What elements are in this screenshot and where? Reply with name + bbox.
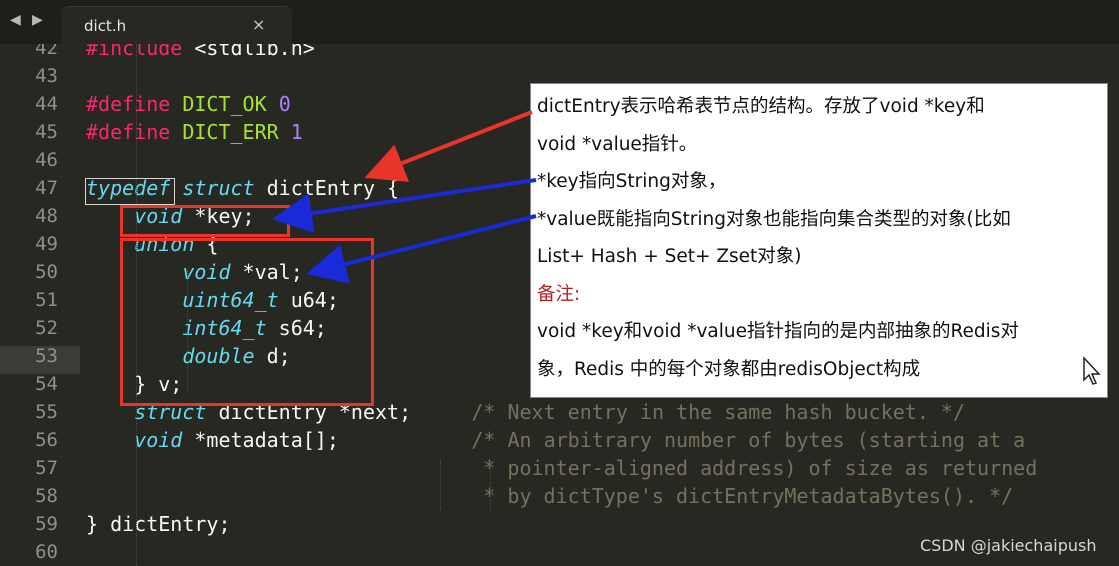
- line-number: 49: [35, 233, 58, 255]
- key-highlight-box: [120, 205, 290, 237]
- line-number: 60: [35, 541, 58, 563]
- line-number: 59: [35, 513, 58, 535]
- mouse-cursor-icon: [1083, 356, 1101, 385]
- annotation-remark-heading: 备注:: [537, 283, 581, 305]
- indent-guide: [490, 460, 491, 510]
- annotation-line: void *key和void *value指针指向的是内部抽象的Redis对: [537, 321, 1019, 342]
- line-number: 43: [35, 65, 58, 87]
- code-line[interactable]: 58 * by dictType's dictEntryMetadataByte…: [0, 482, 1119, 510]
- code-text: * by dictType's dictEntryMetadataBytes()…: [86, 484, 1014, 508]
- code-text: #include <stdlib.h>: [86, 44, 315, 60]
- code-text: * pointer-aligned address) of size as re…: [86, 456, 1038, 480]
- code-text: } dictEntry;: [86, 512, 231, 536]
- line-number: 48: [35, 205, 58, 227]
- nav-forward-icon[interactable]: ▶: [32, 12, 43, 28]
- annotation-line: 象，Redis 中的每个对象都由redisObject构成: [537, 358, 921, 380]
- tab-dict-h[interactable]: dict.h ×: [62, 6, 292, 44]
- code-line[interactable]: 42 #include <stdlib.h>: [0, 44, 1119, 62]
- indent-guide: [440, 460, 441, 510]
- line-number: 44: [35, 93, 58, 115]
- tab-title: dict.h: [84, 17, 127, 35]
- nav-back-icon[interactable]: ◀: [10, 12, 21, 28]
- line-number: 45: [35, 121, 58, 143]
- line-number: 57: [35, 457, 58, 479]
- annotation-line: *value既能指向String对象也能指向集合类型的对象(比如: [537, 208, 1011, 230]
- annotation-line: *key指向String对象，: [537, 171, 727, 192]
- annotation-line: dictEntry表示哈希表节点的结构。存放了void *key和: [537, 96, 985, 117]
- watermark: CSDN @jakiechaipush: [920, 536, 1097, 555]
- code-line[interactable]: 56 void *metadata[]; /* An arbitrary num…: [0, 426, 1119, 454]
- code-text: void *metadata[]; /* An arbitrary number…: [134, 428, 1026, 452]
- line-number: 50: [35, 261, 58, 283]
- annotation-panel: dictEntry表示哈希表节点的结构。存放了void *key和 void *…: [530, 83, 1108, 398]
- line-number: 47: [35, 177, 58, 199]
- line-number: 56: [35, 429, 58, 451]
- code-text: #define DICT_ERR 1: [86, 120, 303, 144]
- tab-bar: ◀ ▶ dict.h ×: [0, 0, 1119, 44]
- code-text: #define DICT_OK 0: [86, 92, 291, 116]
- line-number: 55: [35, 401, 58, 423]
- line-number: 42: [35, 44, 58, 59]
- union-highlight-box: [120, 238, 374, 406]
- line-number: 53: [35, 345, 58, 367]
- code-line[interactable]: 57 * pointer-aligned address) of size as…: [0, 454, 1119, 482]
- line-number: 51: [35, 289, 58, 311]
- line-number: 46: [35, 149, 58, 171]
- line-number: 52: [35, 317, 58, 339]
- annotation-line: void *value指针。: [537, 133, 698, 155]
- typedef-selection: [85, 178, 175, 205]
- line-number: 58: [35, 485, 58, 507]
- line-number: 54: [35, 373, 58, 395]
- close-icon[interactable]: ×: [252, 15, 265, 34]
- annotation-line: List+ Hash + Set+ Zset对象): [537, 246, 802, 267]
- code-line[interactable]: 59 } dictEntry;: [0, 510, 1119, 538]
